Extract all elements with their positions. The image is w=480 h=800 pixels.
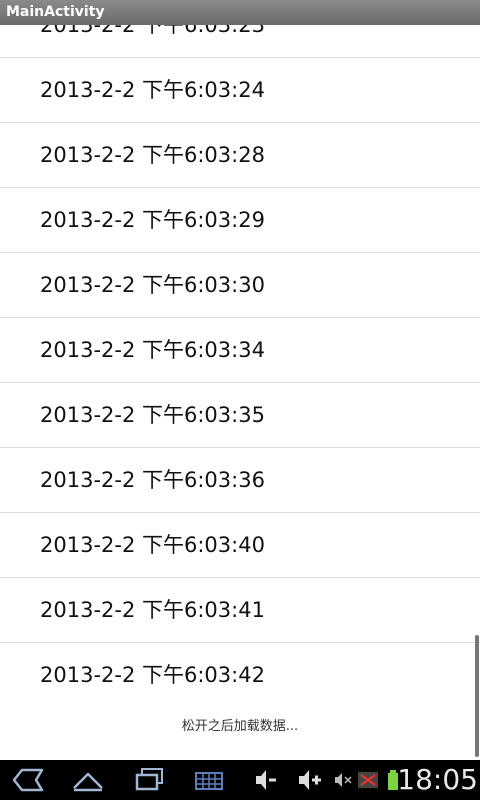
- load-more-hint: 松开之后加载数据...: [181, 719, 299, 734]
- list-item[interactable]: 2013-2-2 下午6:03:36: [0, 448, 480, 513]
- app-title: MainActivity: [6, 4, 105, 20]
- back-icon[interactable]: [10, 764, 46, 796]
- list-scrollbar[interactable]: [475, 635, 479, 757]
- list-item[interactable]: 2013-2-2 下午6:03:41: [0, 578, 480, 643]
- list-item-text: 2013-2-2 下午6:03:30: [40, 273, 265, 297]
- list-item[interactable]: 2013-2-2 下午6:03:23: [0, 25, 480, 58]
- list-item[interactable]: 2013-2-2 下午6:03:40: [0, 513, 480, 578]
- home-icon[interactable]: [70, 764, 106, 796]
- list-item-text: 2013-2-2 下午6:03:29: [40, 208, 265, 232]
- status-clock: 18:05: [397, 763, 478, 796]
- list-item-text: 2013-2-2 下午6:03:34: [40, 338, 265, 362]
- list-item-text: 2013-2-2 下午6:03:28: [40, 143, 265, 167]
- list-item[interactable]: 2013-2-2 下午6:03:35: [0, 383, 480, 448]
- list-item-text: 2013-2-2 下午6:03:36: [40, 468, 265, 492]
- network-error-icon: [358, 772, 378, 788]
- pull-refresh-list[interactable]: 2013-2-2 下午6:03:23 2013-2-2 下午6:03:24 20…: [0, 25, 480, 760]
- list-item-text: 2013-2-2 下午6:03:23: [40, 25, 265, 37]
- list-item-text: 2013-2-2 下午6:03:42: [40, 663, 265, 687]
- recent-apps-icon[interactable]: [132, 764, 166, 796]
- list-item-text: 2013-2-2 下午6:03:24: [40, 78, 265, 102]
- app-title-bar: MainActivity: [0, 0, 480, 25]
- list-item-text: 2013-2-2 下午6:03:41: [40, 598, 265, 622]
- list-item[interactable]: 2013-2-2 下午6:03:29: [0, 188, 480, 253]
- mute-icon: [335, 773, 352, 787]
- list-item-text: 2013-2-2 下午6:03:35: [40, 403, 265, 427]
- list-item[interactable]: 2013-2-2 下午6:03:24: [0, 58, 480, 123]
- list-item[interactable]: 2013-2-2 下午6:03:42: [0, 643, 480, 707]
- volume-up-icon[interactable]: [295, 764, 323, 796]
- volume-down-icon[interactable]: [252, 764, 278, 796]
- list-item[interactable]: 2013-2-2 下午6:03:30: [0, 253, 480, 318]
- list-item[interactable]: 2013-2-2 下午6:03:28: [0, 123, 480, 188]
- list-item-text: 2013-2-2 下午6:03:40: [40, 533, 265, 557]
- list-item[interactable]: 2013-2-2 下午6:03:34: [0, 318, 480, 383]
- system-navigation-bar: 18:05: [0, 760, 480, 800]
- screenshot-icon[interactable]: [193, 764, 225, 796]
